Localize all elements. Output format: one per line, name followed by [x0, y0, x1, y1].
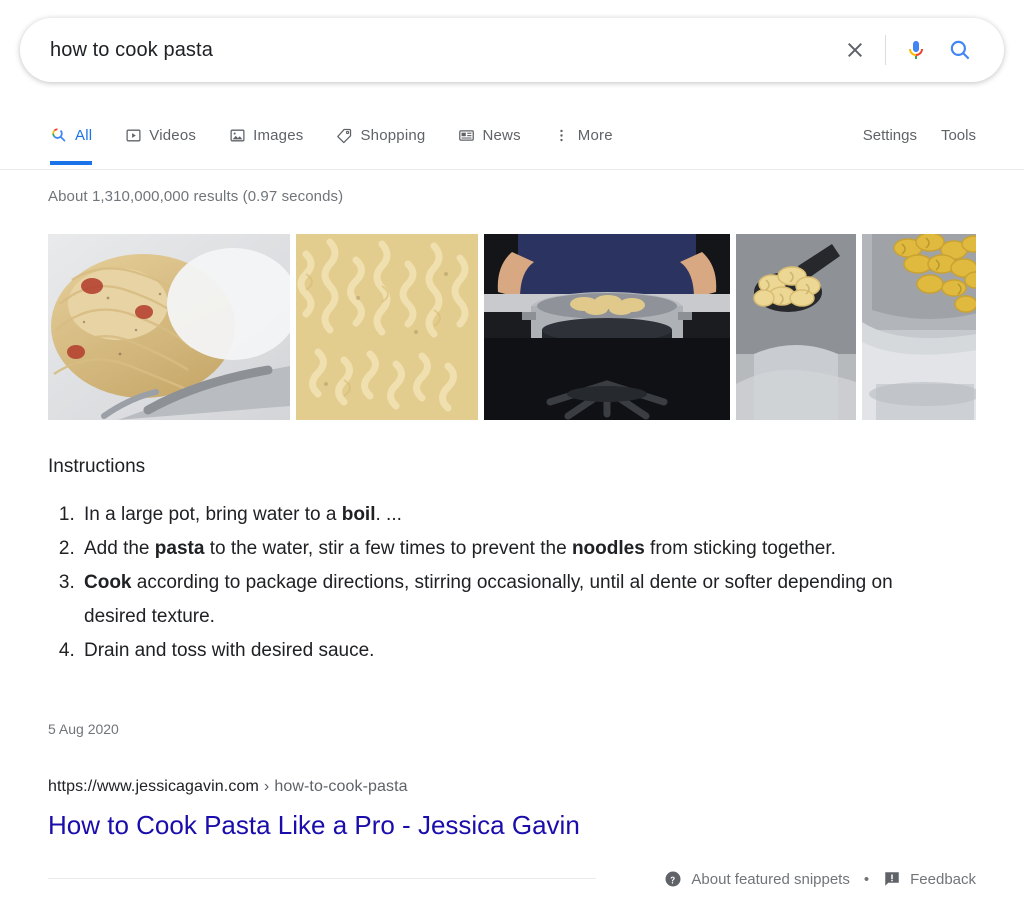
tab-videos[interactable]: Videos — [108, 112, 212, 158]
close-icon — [848, 43, 862, 57]
voice-search-button[interactable] — [894, 28, 938, 72]
snippet-step: In a large pot, bring water to a boil. .… — [80, 498, 948, 532]
result-url-domain: https://www.jessicagavin.com — [48, 778, 259, 795]
snippet-step: Cook according to package directions, st… — [80, 566, 948, 634]
spoon-of-pasta-image — [736, 234, 856, 420]
search-tools: Settings Tools — [851, 112, 976, 158]
search-icon — [950, 40, 970, 60]
tab-news[interactable]: News — [441, 112, 536, 158]
news-icon — [457, 126, 475, 144]
tab-images[interactable]: Images — [212, 112, 319, 158]
tab-shopping[interactable]: Shopping — [319, 112, 441, 158]
video-icon — [124, 126, 142, 144]
tab-more-label: More — [577, 126, 613, 144]
tab-videos-label: Videos — [149, 126, 197, 144]
feedback-label: Feedback — [910, 870, 976, 888]
image-thumbnail[interactable] — [48, 234, 290, 420]
image-icon — [228, 126, 246, 144]
google-search-results-page: how to cook pasta All Videos Images Shop… — [0, 0, 1024, 924]
result-url-path: how-to-cook-pasta — [274, 778, 408, 795]
snippet-steps-list: In a large pot, bring water to a boil. .… — [48, 498, 948, 668]
microphone-icon — [909, 41, 923, 59]
image-thumbnail[interactable] — [296, 234, 478, 420]
tab-active-underline — [50, 161, 93, 165]
snippet-divider — [48, 878, 596, 879]
result-stats: About 1,310,000,000 results (0.97 second… — [48, 188, 344, 205]
tab-all[interactable]: All — [48, 112, 108, 165]
search-input[interactable]: how to cook pasta — [50, 36, 833, 64]
result-url-separator: › — [263, 778, 270, 795]
footer-separator: • — [863, 870, 870, 888]
result-title-link[interactable]: How to Cook Pasta Like a Pro - Jessica G… — [48, 808, 580, 842]
google-search-icon — [50, 126, 68, 144]
spaghetti-plate-image — [48, 234, 290, 420]
search-actions — [833, 18, 1004, 82]
snippet-keyword: pasta — [154, 538, 205, 559]
snippet-footer: About featured snippets • Feedback — [664, 866, 976, 892]
help-circle-icon — [664, 870, 682, 888]
tools-link[interactable]: Tools — [929, 127, 976, 144]
image-thumbnail[interactable] — [862, 234, 976, 420]
snippet-text: In a large pot, bring water to a — [84, 504, 342, 525]
snippet-step: Drain and toss with desired sauce. — [80, 634, 948, 668]
snippet-text: . ... — [375, 504, 402, 525]
feedback-icon — [883, 870, 901, 888]
tab-all-label: All — [75, 126, 93, 144]
about-featured-snippets-link[interactable]: About featured snippets — [664, 870, 850, 888]
snippet-heading: Instructions — [48, 456, 146, 477]
result-url[interactable]: https://www.jessicagavin.com › how-to-cook… — [48, 776, 408, 798]
search-bar[interactable]: how to cook pasta — [20, 18, 1004, 82]
tab-shopping-label: Shopping — [360, 126, 426, 144]
tag-icon — [335, 126, 353, 144]
snippet-keyword: boil — [341, 504, 376, 525]
settings-link[interactable]: Settings — [851, 127, 929, 144]
fusilli-closeup-image — [296, 234, 478, 420]
tab-news-label: News — [482, 126, 521, 144]
snippet-text: Add the — [84, 538, 155, 559]
search-submit-button[interactable] — [938, 28, 982, 72]
snippet-date: 5 Aug 2020 — [48, 721, 119, 737]
snippet-keyword: Cook — [84, 572, 132, 593]
pouring-pasta-image — [862, 234, 976, 420]
tab-more[interactable]: More — [537, 112, 629, 158]
more-vert-icon — [553, 126, 571, 144]
search-divider — [885, 35, 886, 65]
pot-on-stove-image — [484, 234, 730, 420]
feedback-link[interactable]: Feedback — [883, 870, 976, 888]
snippet-text: from sticking together. — [644, 538, 836, 559]
image-thumbnail[interactable] — [736, 234, 856, 420]
search-nav-bar: All Videos Images Shopping News More Set… — [0, 112, 1024, 170]
search-tabs: All Videos Images Shopping News More — [48, 112, 629, 165]
snippet-text: Drain and toss with desired sauce. — [84, 640, 375, 661]
image-results-strip — [48, 234, 976, 420]
snippet-keyword: noodles — [571, 538, 645, 559]
snippet-text: to the water, stir a few times to preven… — [204, 538, 572, 559]
tab-images-label: Images — [253, 126, 304, 144]
image-thumbnail[interactable] — [484, 234, 730, 420]
clear-search-button[interactable] — [833, 28, 877, 72]
search-bar-container: how to cook pasta — [20, 18, 1004, 82]
snippet-step: Add the pasta to the water, stir a few t… — [80, 532, 948, 566]
about-featured-snippets-label: About featured snippets — [691, 870, 850, 888]
snippet-text: according to package directions, stirrin… — [84, 572, 893, 627]
